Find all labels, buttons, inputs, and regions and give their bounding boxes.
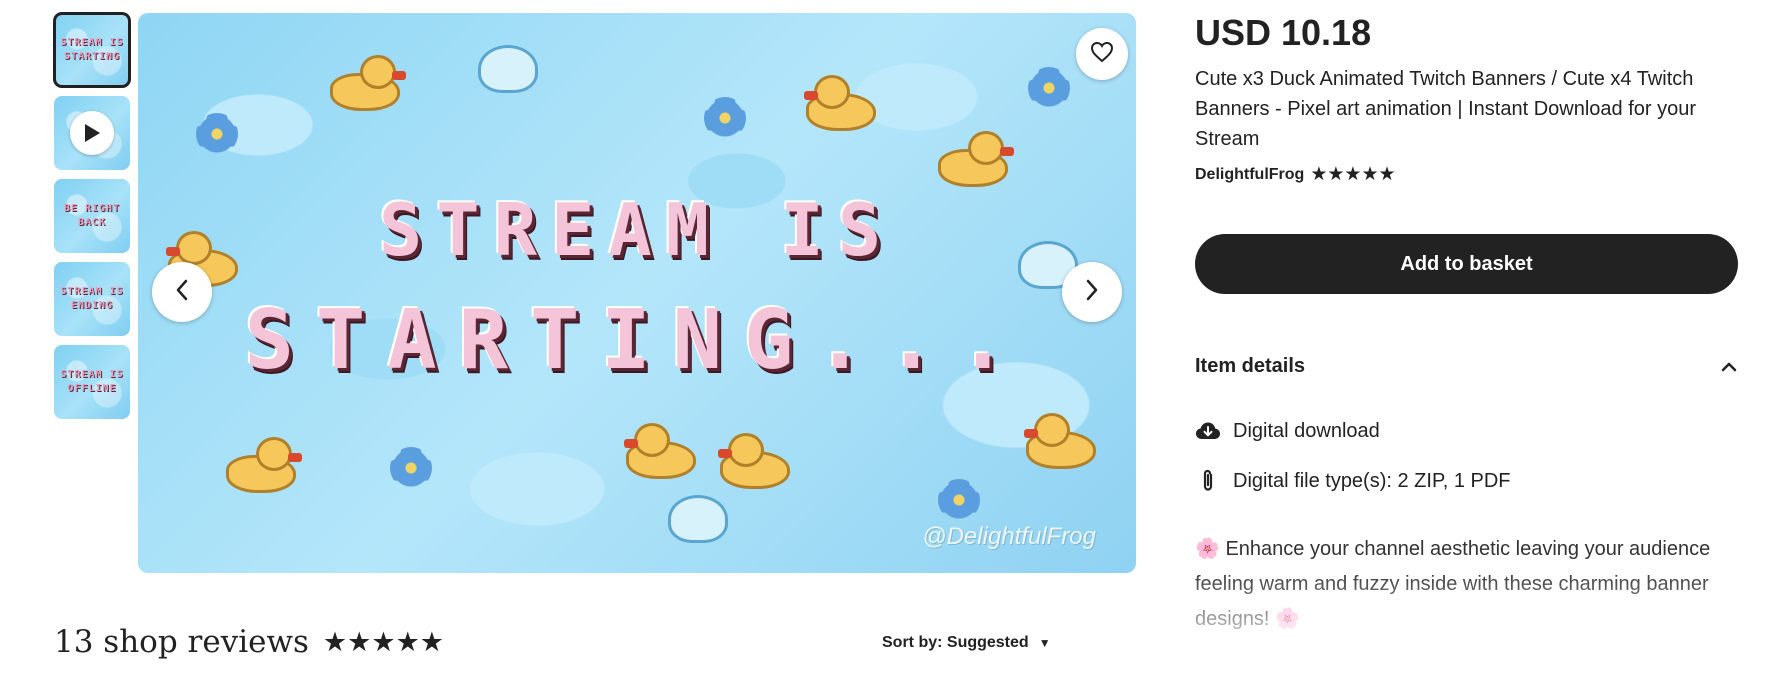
- item-details-toggle[interactable]: Item details: [1195, 355, 1740, 378]
- duck-decoration: [718, 433, 794, 489]
- watermark: @DelightfulFrog: [922, 523, 1096, 550]
- thumbnail-4-text: STREAM IS ENDING: [60, 286, 124, 311]
- sort-dropdown[interactable]: Sort by: Suggested ▼: [882, 634, 1051, 652]
- reviews-header: 13 shop reviews ★ ★ ★ ★ ★: [54, 624, 444, 660]
- duck-decoration: [938, 131, 1014, 187]
- star-icon: ★: [395, 626, 420, 657]
- chevron-up-icon: [1718, 356, 1740, 378]
- chevron-right-icon: [1085, 279, 1099, 306]
- sort-label: Sort by: Suggested: [882, 634, 1029, 651]
- thumbnail-3[interactable]: BE RIGHT BACK: [54, 179, 130, 253]
- flower-decoration: [704, 97, 746, 139]
- cloud-download-icon: [1195, 418, 1221, 444]
- duck-decoration: [226, 437, 302, 493]
- thumbnail-5-text: STREAM IS OFFLINE: [60, 369, 124, 394]
- shop-name-link[interactable]: DelightfulFrog: [1195, 166, 1304, 184]
- chevron-left-icon: [175, 279, 189, 306]
- listing-description: 🌸 Enhance your channel aesthetic leaving…: [1195, 538, 1711, 630]
- thumbnail-5[interactable]: STREAM IS OFFLINE: [54, 345, 130, 419]
- thumbnail-3-text: BE RIGHT BACK: [63, 203, 121, 228]
- duck-decoration: [1024, 413, 1100, 469]
- star-icon: ★: [419, 626, 445, 657]
- star-icon: ★: [1344, 164, 1362, 185]
- next-image-button[interactable]: [1062, 262, 1122, 322]
- star-icon: ★: [347, 626, 372, 657]
- duck-decoration: [804, 75, 880, 131]
- banner-text-line2: STARTING...: [244, 293, 1030, 388]
- thumbnail-1-text: STREAM IS STARTING: [60, 37, 124, 62]
- star-icon: ★: [322, 626, 348, 657]
- star-icon: ★: [1310, 164, 1328, 185]
- flower-decoration: [938, 479, 980, 521]
- star-icon: ★: [1327, 164, 1345, 185]
- price: USD 10.18: [1195, 12, 1372, 53]
- shell-decoration: [478, 45, 538, 93]
- thumbnail-1[interactable]: STREAM IS STARTING: [53, 12, 131, 88]
- flower-decoration: [1028, 67, 1070, 109]
- detail-file-types: Digital file type(s): 2 ZIP, 1 PDF: [1195, 468, 1511, 494]
- shop-rating-stars: ★ ★ ★ ★ ★: [1310, 165, 1395, 184]
- star-icon: ★: [1361, 164, 1379, 185]
- reviews-title: 13 shop reviews: [54, 624, 309, 660]
- flower-decoration: [196, 113, 238, 155]
- shell-decoration: [668, 495, 728, 543]
- thumbnail-strip: STREAM IS STARTING BE RIGHT BACK STREAM …: [53, 12, 131, 428]
- reviews-rating-stars: ★ ★ ★ ★ ★: [322, 626, 445, 657]
- favorite-button[interactable]: [1076, 28, 1128, 80]
- heart-icon: [1090, 41, 1114, 68]
- flower-decoration: [390, 447, 432, 489]
- item-details-title: Item details: [1195, 355, 1306, 377]
- thumbnail-2-video[interactable]: [54, 96, 130, 170]
- play-icon: [70, 111, 114, 155]
- star-icon: ★: [1378, 164, 1396, 185]
- main-listing-image[interactable]: STREAM IS STARTING... @DelightfulFrog: [138, 13, 1136, 573]
- add-to-basket-button[interactable]: Add to basket: [1195, 234, 1738, 294]
- duck-decoration: [330, 55, 406, 111]
- thumbnail-4[interactable]: STREAM IS ENDING: [54, 262, 130, 336]
- caret-down-icon: ▼: [1038, 636, 1051, 650]
- shop-info: DelightfulFrog ★ ★ ★ ★ ★: [1195, 165, 1396, 184]
- paperclip-icon: [1195, 468, 1221, 494]
- detail-file-types-text: Digital file type(s): 2 ZIP, 1 PDF: [1233, 469, 1511, 492]
- previous-image-button[interactable]: [152, 262, 212, 322]
- duck-decoration: [624, 423, 700, 479]
- listing-title: Cute x3 Duck Animated Twitch Banners / C…: [1195, 68, 1696, 150]
- detail-digital-download-text: Digital download: [1233, 419, 1380, 442]
- banner-text-line1: STREAM IS: [378, 188, 896, 272]
- star-icon: ★: [371, 626, 396, 657]
- detail-digital-download: Digital download: [1195, 418, 1380, 444]
